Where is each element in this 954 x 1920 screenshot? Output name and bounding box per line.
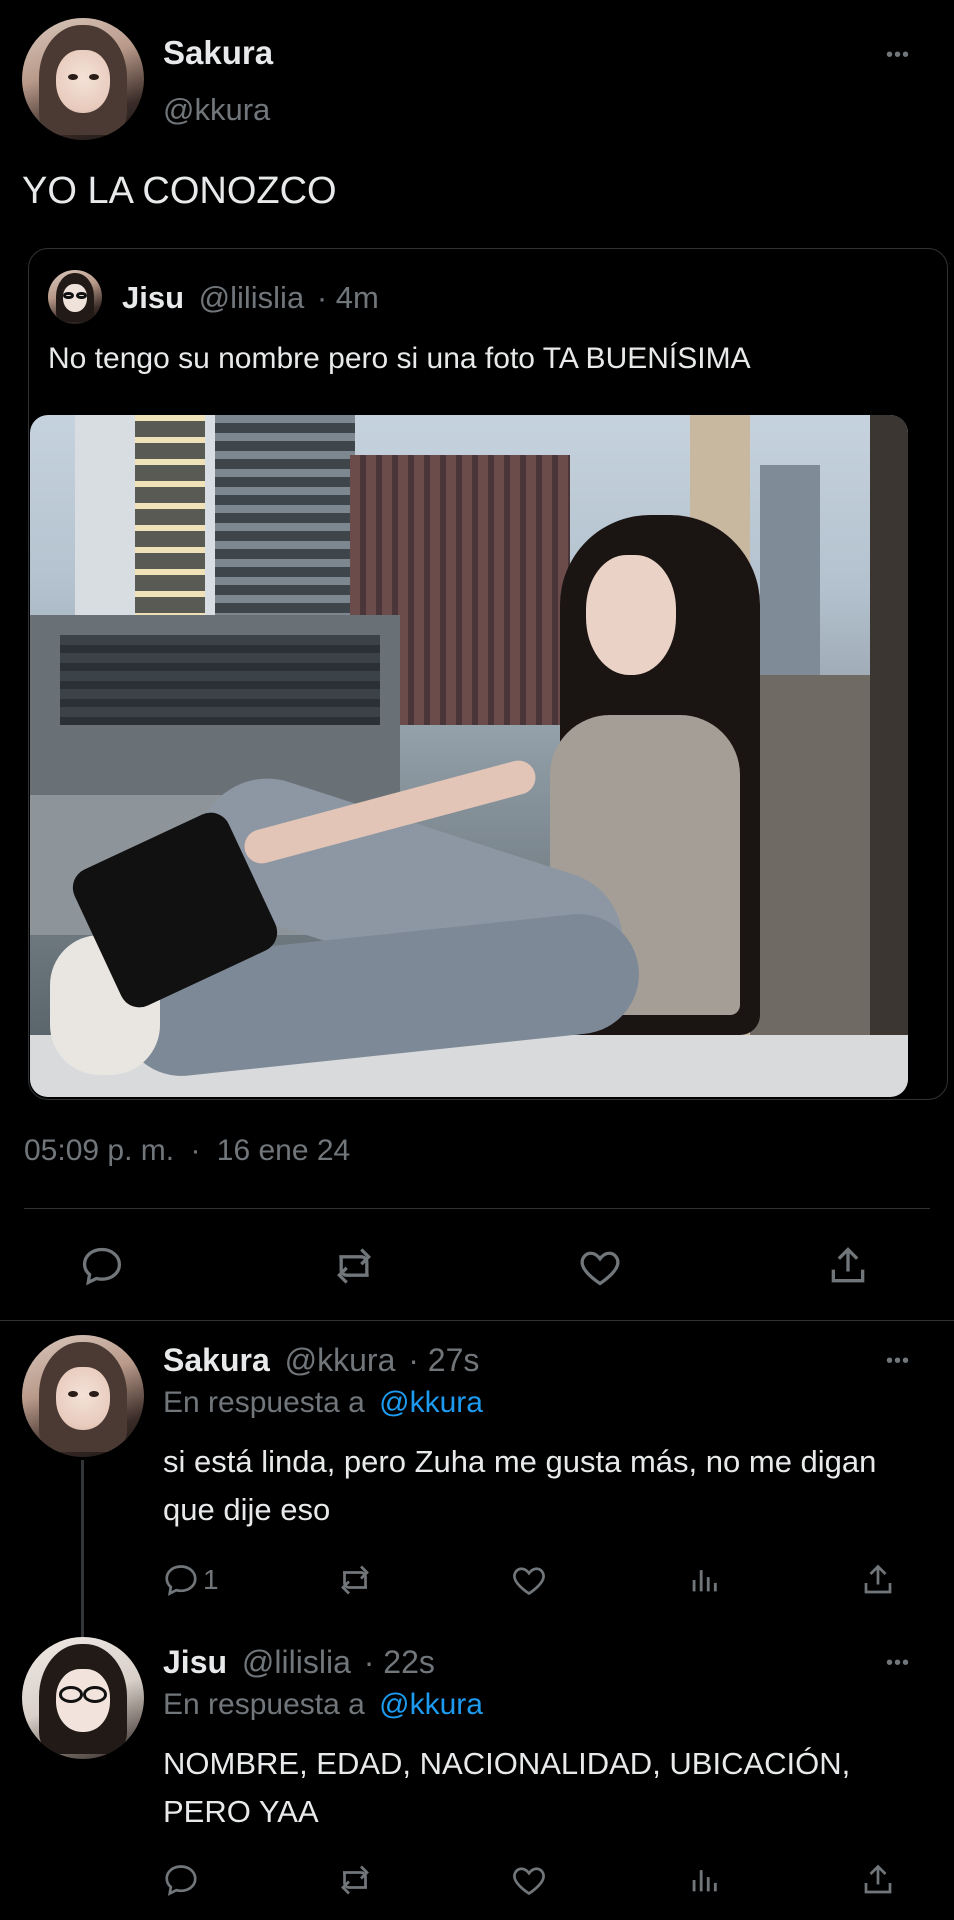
like-icon[interactable] — [578, 1246, 622, 1288]
quoted-author-name: Jisu — [122, 280, 185, 315]
quoted-time: · 4m — [316, 280, 379, 315]
author-handle[interactable]: @kkura — [163, 92, 270, 128]
tweet-text: YO LA CONOZCO — [22, 170, 337, 212]
date: 16 ene 24 — [216, 1134, 351, 1167]
author-handle[interactable]: @kkura — [285, 1342, 396, 1378]
share-icon[interactable] — [826, 1244, 870, 1288]
tweet-text: NOMBRE, EDAD, NACIONALIDAD, UBICACIÓN, P… — [163, 1746, 851, 1829]
reply-icon[interactable] — [163, 1862, 199, 1898]
reply-icon[interactable]: 1 — [163, 1562, 219, 1598]
author-name[interactable]: Jisu — [163, 1644, 227, 1680]
analytics-icon[interactable] — [687, 1562, 721, 1598]
section-divider — [0, 1320, 954, 1321]
share-icon[interactable] — [860, 1562, 896, 1598]
like-icon[interactable] — [511, 1863, 547, 1897]
tweet-time: · 27s — [408, 1342, 480, 1378]
reply-count: 1 — [203, 1564, 219, 1595]
tweet-text: si está linda, pero Zuha me gusta más, n… — [163, 1444, 877, 1527]
more-icon[interactable]: ••• — [886, 1350, 910, 1373]
timestamp: 05:09 p. m. — [24, 1134, 175, 1167]
reply-to-link[interactable]: @kkura — [379, 1386, 483, 1419]
quoted-text: No tengo su nombre pero si una foto TA B… — [48, 342, 751, 375]
avatar[interactable] — [22, 1335, 144, 1457]
share-icon[interactable] — [860, 1862, 896, 1898]
retweet-icon[interactable] — [330, 1244, 378, 1288]
more-icon[interactable]: ••• — [886, 1652, 910, 1675]
reply-prefix: En respuesta a — [163, 1386, 365, 1419]
reply-prefix: En respuesta a — [163, 1688, 365, 1721]
analytics-icon[interactable] — [687, 1862, 721, 1898]
more-icon[interactable]: ••• — [886, 44, 910, 67]
author-name[interactable]: Sakura — [163, 34, 273, 72]
reply-to-link[interactable]: @kkura — [379, 1688, 483, 1721]
divider — [24, 1208, 930, 1209]
thread-line — [81, 1460, 84, 1642]
separator: · — [190, 1134, 201, 1167]
avatar[interactable] — [22, 1637, 144, 1759]
like-icon[interactable] — [511, 1563, 547, 1597]
quoted-avatar — [48, 270, 102, 324]
reply-icon[interactable] — [80, 1244, 124, 1288]
tweet-time: · 22s — [363, 1644, 435, 1680]
quoted-author-handle: @lilislia — [198, 280, 305, 315]
author-name[interactable]: Sakura — [163, 1342, 270, 1378]
retweet-icon[interactable] — [335, 1562, 375, 1598]
quoted-photo[interactable] — [30, 415, 908, 1097]
retweet-icon[interactable] — [335, 1862, 375, 1898]
avatar[interactable] — [22, 18, 144, 140]
author-handle[interactable]: @lilislia — [242, 1644, 351, 1680]
